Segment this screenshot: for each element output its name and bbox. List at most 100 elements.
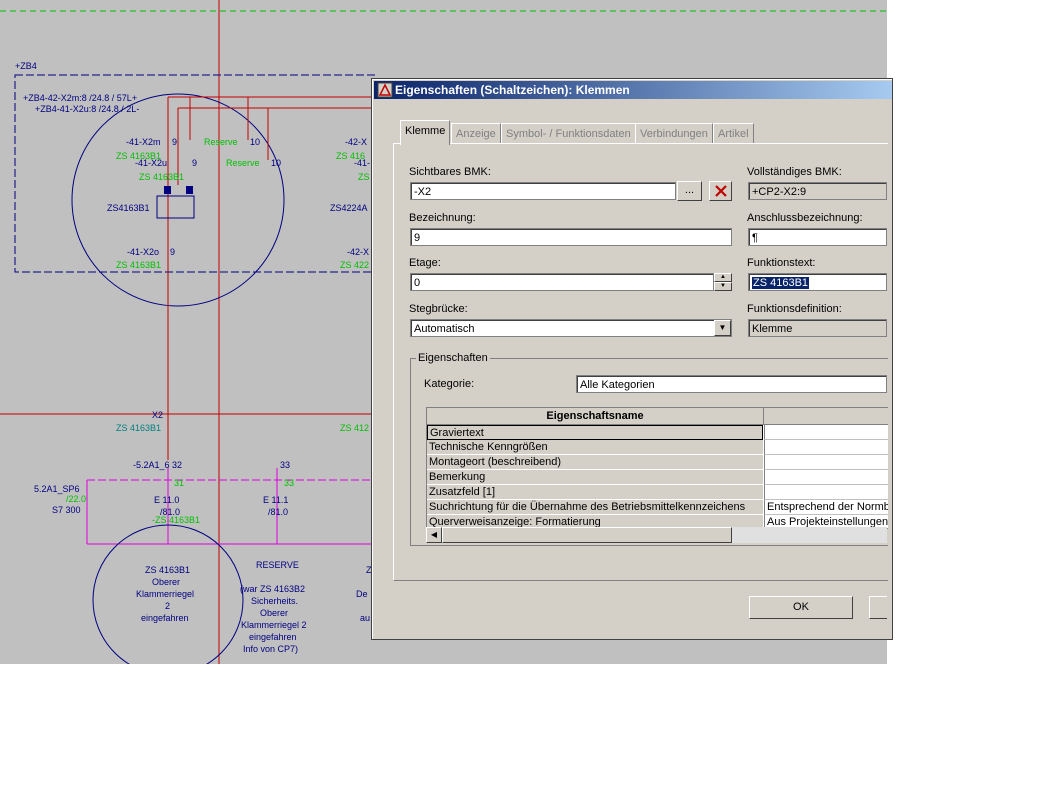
- scroll-left-button[interactable]: ◀: [426, 527, 442, 543]
- function-text: au: [360, 613, 370, 623]
- table-row[interactable]: Technische Kenngrößen: [427, 440, 888, 455]
- function-text: Oberer: [260, 608, 288, 618]
- clear-button[interactable]: [709, 181, 732, 201]
- cancel-button[interactable]: [869, 596, 887, 619]
- input-zs: -ZS 4163B1: [152, 515, 200, 525]
- property-value-cell[interactable]: [764, 440, 888, 455]
- chevron-down-icon[interactable]: ▼: [714, 320, 731, 336]
- function-text: (war ZS 4163B2: [240, 584, 305, 594]
- function-text: ZS 4163B1: [145, 565, 190, 575]
- app-icon: [377, 82, 393, 98]
- stegbruecke-label: Stegbrücke:: [409, 303, 468, 315]
- input-number: 33: [280, 460, 290, 470]
- terminal-number: 9: [170, 247, 175, 257]
- terminal-number: 10: [271, 158, 281, 168]
- stegbruecke-select[interactable]: Automatisch: [410, 319, 732, 337]
- terminal-label: X2: [152, 410, 163, 420]
- function-text: Oberer: [152, 577, 180, 587]
- anschlussbezeichnung-input[interactable]: ¶: [748, 228, 887, 246]
- tab-symbol-funktionsdaten[interactable]: Symbol- / Funktionsdaten: [501, 123, 636, 144]
- device-label: ZS4224A: [330, 203, 368, 213]
- scroll-thumb[interactable]: [442, 527, 732, 543]
- input-label: -5.2A1_6: [133, 460, 170, 470]
- terminal-number: 9: [192, 158, 197, 168]
- anschlussbezeichnung-label: Anschlussbezeichnung:: [747, 212, 863, 224]
- property-name-cell[interactable]: Zusatzfeld [1]: [427, 485, 763, 500]
- dialog-title: Eigenschaften (Schaltzeichen): Klemmen: [395, 83, 630, 97]
- input-address: E 11.0: [154, 495, 179, 505]
- property-name-cell[interactable]: Graviertext: [427, 425, 763, 440]
- property-value-cell[interactable]: [764, 485, 888, 500]
- property-value-cell[interactable]: [764, 425, 888, 440]
- table-row[interactable]: Montageort (beschreibend): [427, 455, 888, 470]
- property-name-cell[interactable]: Technische Kenngrößen: [427, 440, 763, 455]
- terminal-zs-label: ZS 4163B1: [116, 260, 161, 270]
- device-label: ZS4163B1: [107, 203, 150, 213]
- label-zb4: +ZB4: [15, 61, 37, 71]
- spin-down-button[interactable]: ▼: [714, 282, 732, 291]
- input-address: E 11.1: [263, 495, 288, 505]
- property-name-cell[interactable]: Montageort (beschreibend): [427, 455, 763, 470]
- table-row[interactable]: Zusatzfeld [1]: [427, 485, 888, 500]
- bezeichnung-input[interactable]: 9: [410, 228, 732, 246]
- tab-anzeige[interactable]: Anzeige: [451, 123, 501, 144]
- sichtbares-bmk-input[interactable]: -X2: [410, 182, 676, 200]
- terminal-label: -41-X2u: [135, 158, 167, 168]
- funktionsdefinition-field[interactable]: Klemme: [748, 319, 887, 337]
- column-header-value[interactable]: [764, 408, 888, 425]
- etage-label: Etage:: [409, 257, 441, 269]
- table-row[interactable]: Suchrichtung für die Übernahme des Betri…: [427, 500, 888, 515]
- function-text: De: [356, 589, 368, 599]
- dialog-titlebar[interactable]: Eigenschaften (Schaltzeichen): Klemmen: [374, 81, 892, 99]
- property-value-cell[interactable]: [764, 455, 888, 470]
- browse-button[interactable]: ...: [677, 181, 702, 201]
- vollstaendiges-bmk-label: Vollständiges BMK:: [747, 166, 842, 178]
- tab-verbindungen[interactable]: Verbindungen: [635, 123, 713, 144]
- reserve-label: Reserve: [204, 137, 238, 147]
- funktionsdefinition-label: Funktionsdefinition:: [747, 303, 842, 315]
- tab-klemme[interactable]: Klemme: [400, 120, 451, 145]
- function-text: Klammerriegel 2: [241, 620, 307, 630]
- input-number: 31: [174, 478, 184, 488]
- ok-button[interactable]: OK: [749, 596, 853, 619]
- plc-type: S7 300: [52, 505, 81, 515]
- funktionstext-value: ZS 4163B1: [752, 277, 810, 289]
- delete-icon: [714, 185, 727, 197]
- properties-grid[interactable]: Eigenschaftsname Graviertext Technische K…: [426, 407, 888, 529]
- function-text: Sicherheits.: [251, 596, 298, 606]
- kategorie-select[interactable]: Alle Kategorien: [576, 375, 887, 393]
- property-value-cell[interactable]: Entsprechend der Normbl: [764, 500, 888, 515]
- terminal-zs-label: ZS 4163B1: [139, 172, 184, 182]
- funktionstext-label: Funktionstext:: [747, 257, 816, 269]
- table-row[interactable]: Graviertext: [427, 425, 888, 440]
- tab-artikel[interactable]: Artikel: [713, 123, 754, 144]
- wire-label-2: +ZB4-41-X2u:8 /24.8 / 2L-: [35, 104, 139, 114]
- function-text: Info von CP7): [243, 644, 298, 654]
- funktionstext-input[interactable]: ZS 4163B1: [748, 273, 887, 291]
- terminal-zs-label: ZS 412: [340, 423, 369, 433]
- terminal-label: -42-X: [345, 137, 367, 147]
- plc-ref: /22.0: [66, 494, 86, 504]
- table-row[interactable]: Bemerkung: [427, 470, 888, 485]
- function-text: RESERVE: [256, 560, 299, 570]
- reserve-label: Reserve: [226, 158, 260, 168]
- terminal-number: 10: [250, 137, 260, 147]
- terminal-zs-label: ZS: [358, 172, 370, 182]
- sichtbares-bmk-label: Sichtbares BMK:: [409, 166, 491, 178]
- etage-input[interactable]: 0: [410, 273, 714, 291]
- eigenschaften-group-label: Eigenschaften: [416, 352, 490, 364]
- plc-label: 5.2A1_SP6: [34, 484, 80, 494]
- property-value-cell[interactable]: [764, 470, 888, 485]
- function-text: 2: [165, 601, 170, 611]
- vollstaendiges-bmk-field: +CP2-X2:9: [748, 182, 887, 200]
- spin-up-button[interactable]: ▲: [714, 273, 732, 282]
- terminal-zs-label: ZS 422: [340, 260, 369, 270]
- horizontal-scrollbar[interactable]: ◀: [426, 527, 887, 543]
- terminal-zs-label: ZS 4163B1: [116, 423, 161, 433]
- stegbruecke-value: Automatisch: [414, 323, 475, 335]
- property-name-cell[interactable]: Bemerkung: [427, 470, 763, 485]
- property-name-cell[interactable]: Suchrichtung für die Übernahme des Betri…: [427, 500, 763, 515]
- terminal-label: -41-X2o: [127, 247, 159, 257]
- column-header-name[interactable]: Eigenschaftsname: [427, 408, 764, 425]
- function-text: eingefahren: [249, 632, 297, 642]
